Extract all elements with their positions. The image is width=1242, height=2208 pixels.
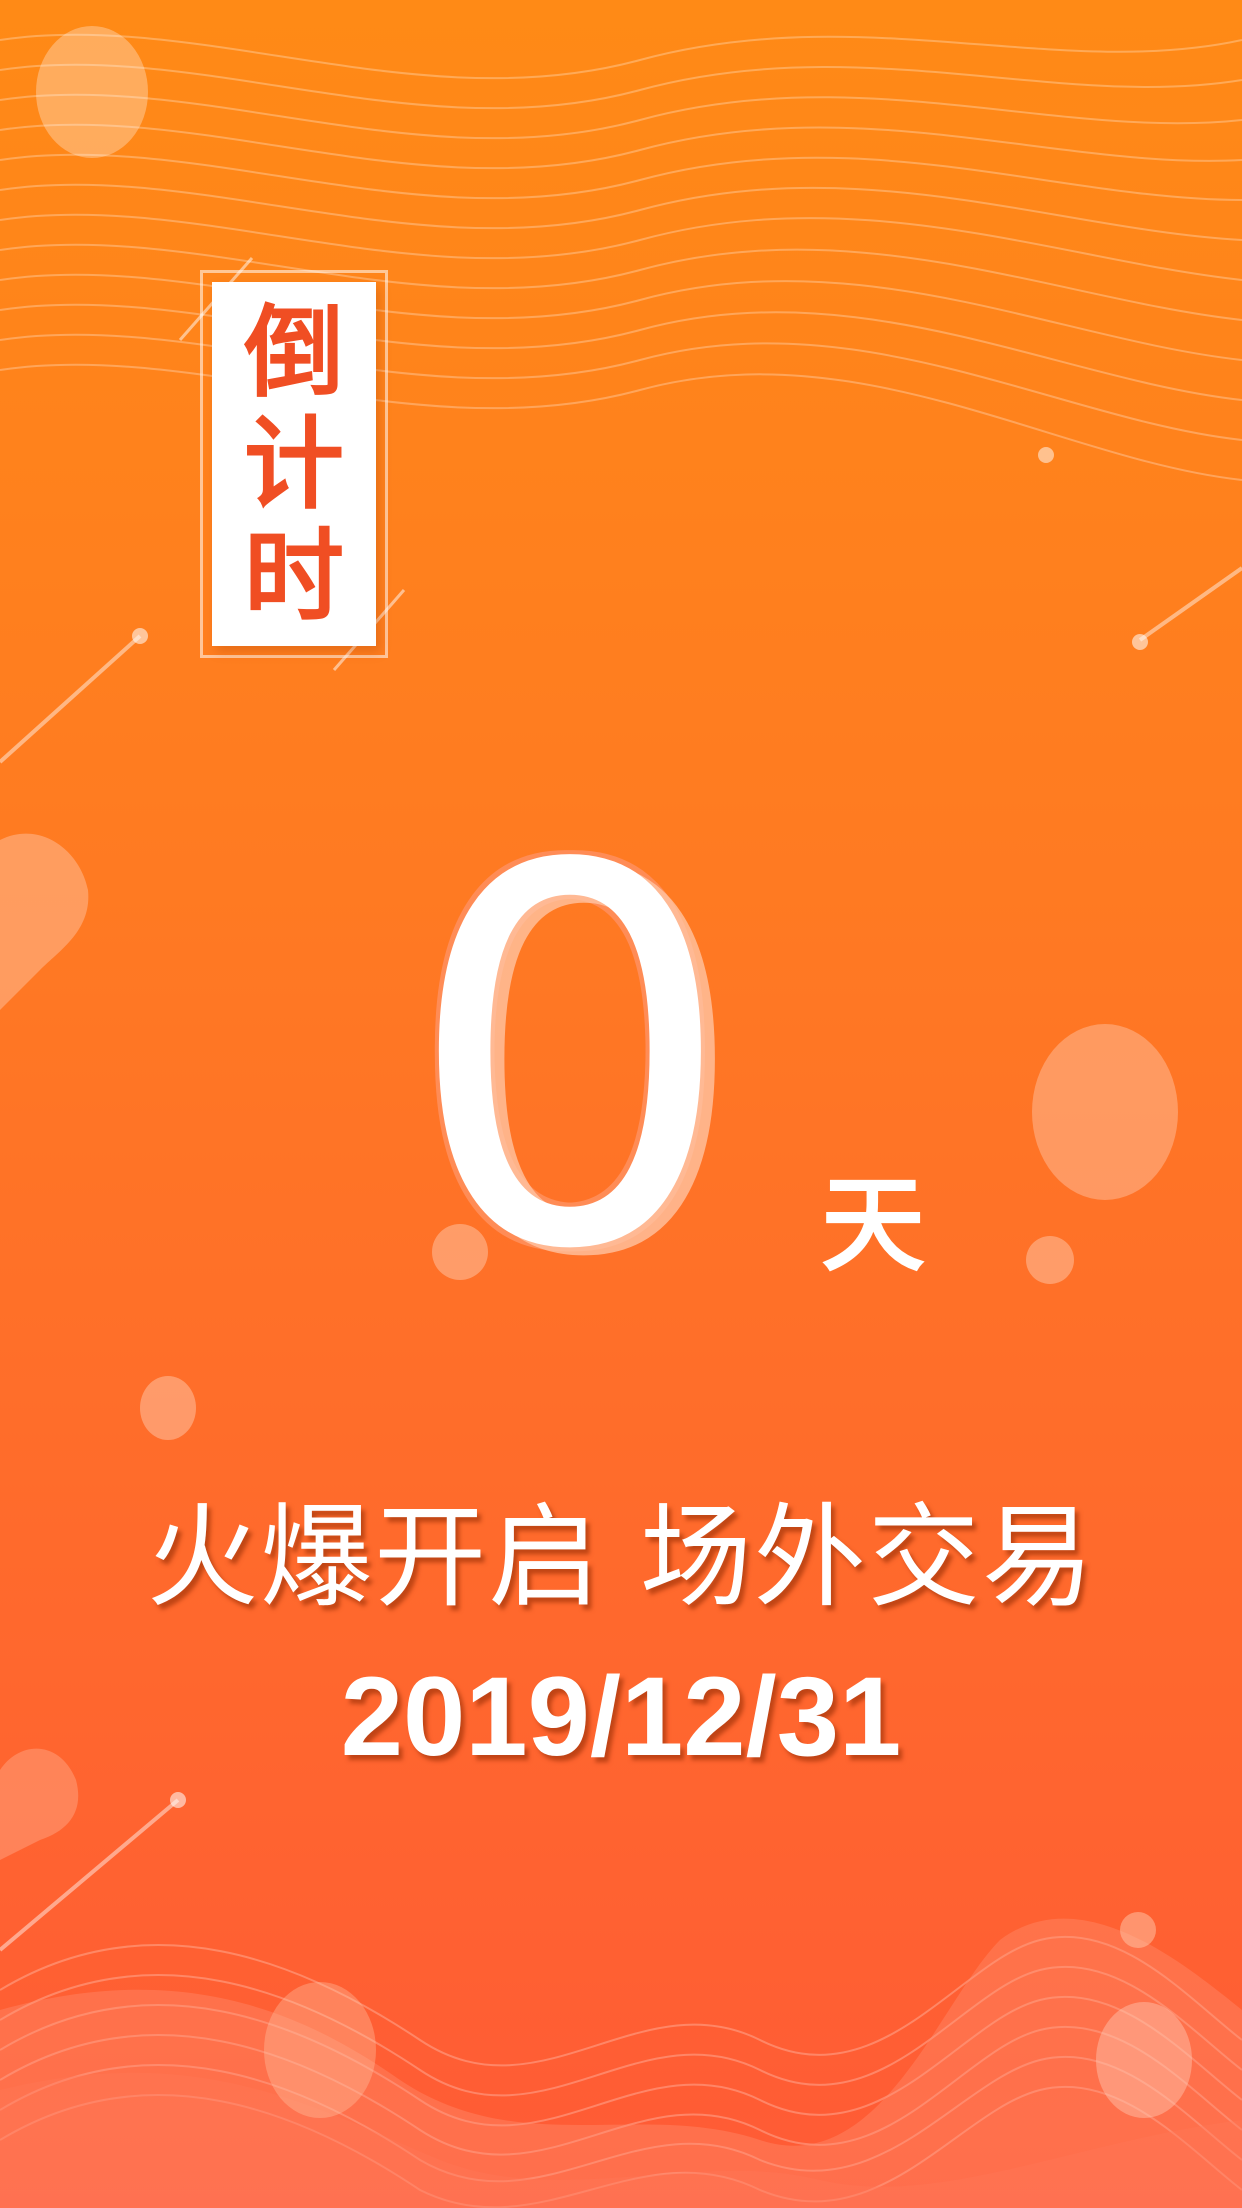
- line-decoration: [1138, 566, 1242, 642]
- circle-decoration: [1120, 1912, 1156, 1948]
- countdown-unit: 天: [820, 1164, 925, 1286]
- badge-char-1: 倒: [244, 294, 344, 411]
- launch-date: 2019/12/31: [340, 1654, 902, 1779]
- slogan-text: 火爆开启 场外交易: [146, 1493, 1096, 1623]
- badge-char-2: 计: [244, 406, 344, 523]
- circle-decoration: [1026, 1236, 1074, 1284]
- circle-decoration: [1032, 1024, 1178, 1200]
- circle-decoration: [140, 1376, 196, 1440]
- blob-decoration: [0, 833, 89, 1010]
- circle-decoration: [1096, 2002, 1192, 2118]
- circle-decoration: [264, 1982, 376, 2118]
- circle-decoration: [36, 26, 148, 158]
- countdown-number: 0: [404, 757, 736, 1363]
- badge-char-3: 时: [244, 518, 344, 635]
- line-decoration: [0, 634, 142, 764]
- dot-decoration: [1038, 447, 1054, 463]
